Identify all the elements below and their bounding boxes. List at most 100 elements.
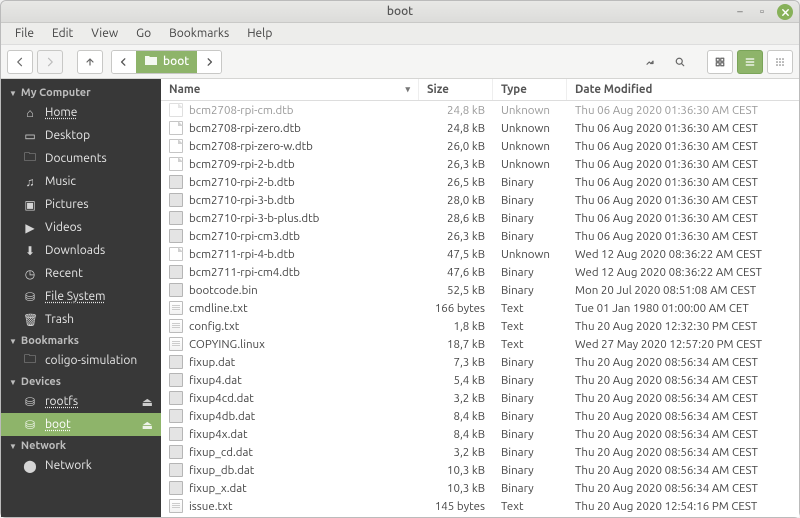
- section-devices[interactable]: ▼Devices: [1, 372, 161, 390]
- sidebar-item-label: Desktop: [45, 129, 90, 142]
- search-button[interactable]: [667, 50, 693, 74]
- table-row[interactable]: bcm2708-rpi-zero-w.dtb26,0 kBUnknownThu …: [161, 137, 799, 155]
- file-icon: [169, 463, 183, 477]
- file-icon: [169, 373, 183, 387]
- table-row[interactable]: fixup.dat7,3 kBBinaryThu 20 Aug 2020 08:…: [161, 353, 799, 371]
- file-type: Text: [493, 497, 567, 515]
- sidebar-item-file-system[interactable]: ⛁File System: [1, 285, 161, 308]
- sidebar-item-recent[interactable]: ◷Recent: [1, 262, 161, 285]
- sidebar-item-videos[interactable]: ▶Videos: [1, 216, 161, 239]
- menu-view[interactable]: View: [83, 25, 126, 42]
- file-name: bcm2710-rpi-cm3.dtb: [189, 230, 300, 243]
- file-icon: [169, 193, 183, 207]
- table-row[interactable]: fixup_db.dat10,3 kBBinaryThu 20 Aug 2020…: [161, 461, 799, 479]
- file-type: Binary: [493, 191, 567, 209]
- path-next[interactable]: [197, 51, 221, 73]
- file-size: 8,4 kB: [419, 407, 493, 425]
- table-row[interactable]: fixup4cd.dat3,2 kBBinaryThu 20 Aug 2020 …: [161, 389, 799, 407]
- recent-icon: ◷: [23, 267, 37, 281]
- sidebar-item-documents[interactable]: 🗀Documents: [1, 147, 161, 170]
- sidebar-item-pictures[interactable]: ▣Pictures: [1, 193, 161, 216]
- minimize-button[interactable]: –: [733, 5, 747, 19]
- menu-bookmarks[interactable]: Bookmarks: [161, 25, 237, 42]
- menubar: File Edit View Go Bookmarks Help: [1, 23, 799, 45]
- sidebar-item-network[interactable]: ⬤Network: [1, 454, 161, 477]
- table-row[interactable]: config.txt1,8 kBTextThu 20 Aug 2020 12:3…: [161, 317, 799, 335]
- section-my-computer[interactable]: ▼My Computer: [1, 83, 161, 101]
- section-network[interactable]: ▼Network: [1, 436, 161, 454]
- table-row[interactable]: kernel.img5,3 MBUnknownWed 12 Aug 2020 0…: [161, 515, 799, 517]
- file-size: 8,4 kB: [419, 425, 493, 443]
- sidebar-item-coligo-simulation[interactable]: 🗀coligo-simulation: [1, 349, 161, 372]
- file-name: bootcode.bin: [189, 284, 258, 297]
- table-row[interactable]: bcm2708-rpi-zero.dtb24,8 kBUnknownThu 06…: [161, 119, 799, 137]
- chevron-down-icon: ▼: [9, 378, 17, 387]
- up-button[interactable]: [77, 50, 103, 74]
- file-type: Binary: [493, 407, 567, 425]
- table-row[interactable]: bcm2710-rpi-3-b-plus.dtb28,6 kBBinaryThu…: [161, 209, 799, 227]
- back-button[interactable]: [7, 50, 33, 74]
- download-icon: ⬇: [23, 244, 37, 258]
- sidebar-item-desktop[interactable]: ▭Desktop: [1, 124, 161, 147]
- file-date: Thu 06 Aug 2020 01:36:30 AM CEST: [567, 101, 799, 119]
- file-date: Thu 20 Aug 2020 08:56:34 AM CEST: [567, 443, 799, 461]
- close-button[interactable]: [777, 4, 793, 20]
- column-size[interactable]: Size: [419, 79, 493, 100]
- table-row[interactable]: bcm2711-rpi-4-b.dtb47,5 kBUnknownWed 12 …: [161, 245, 799, 263]
- file-name: bcm2708-rpi-zero.dtb: [189, 122, 301, 135]
- menu-help[interactable]: Help: [239, 25, 280, 42]
- toggle-location-button[interactable]: [637, 50, 663, 74]
- table-row[interactable]: fixup_cd.dat3,2 kBBinaryThu 20 Aug 2020 …: [161, 443, 799, 461]
- path-current[interactable]: boot: [136, 51, 197, 73]
- file-size: 26,3 kB: [419, 155, 493, 173]
- file-date: Thu 20 Aug 2020 12:32:30 PM CEST: [567, 317, 799, 335]
- table-row[interactable]: bcm2710-rpi-2-b.dtb26,5 kBBinaryThu 06 A…: [161, 173, 799, 191]
- table-row[interactable]: fixup4db.dat8,4 kBBinaryThu 20 Aug 2020 …: [161, 407, 799, 425]
- file-size: 10,3 kB: [419, 461, 493, 479]
- maximize-button[interactable]: ▫: [755, 5, 769, 19]
- table-row[interactable]: bcm2709-rpi-2-b.dtb26,3 kBUnknownThu 06 …: [161, 155, 799, 173]
- menu-edit[interactable]: Edit: [44, 25, 81, 42]
- table-row[interactable]: issue.txt145 bytesTextThu 20 Aug 2020 12…: [161, 497, 799, 515]
- eject-icon[interactable]: ⏏: [142, 418, 153, 432]
- table-row[interactable]: bootcode.bin 52,5 kBBinaryMon 20 Jul 2020…: [161, 281, 799, 299]
- path-prev[interactable]: [112, 51, 136, 73]
- section-bookmarks[interactable]: ▼Bookmarks: [1, 331, 161, 349]
- file-date: Mon 20 Jul 2020 08:51:08 AM CEST: [567, 281, 799, 299]
- column-type[interactable]: Type: [493, 79, 567, 100]
- file-date: Thu 20 Aug 2020 08:56:34 AM CEST: [567, 371, 799, 389]
- menu-go[interactable]: Go: [128, 25, 159, 42]
- table-row[interactable]: bcm2708-rpi-cm.dtb24,8 kBUnknownThu 06 A…: [161, 101, 799, 119]
- view-compact-button[interactable]: [767, 50, 793, 74]
- table-row[interactable]: cmdline.txt166 bytesTextTue 01 Jan 1980 …: [161, 299, 799, 317]
- table-row[interactable]: COPYING.linux18,7 kBTextWed 27 May 2020 …: [161, 335, 799, 353]
- table-row[interactable]: bcm2710-rpi-cm3.dtb26,3 kBBinaryThu 06 A…: [161, 227, 799, 245]
- column-date[interactable]: Date Modified: [567, 79, 799, 100]
- view-list-button[interactable]: [737, 50, 763, 74]
- menu-file[interactable]: File: [7, 25, 42, 42]
- sidebar-item-trash[interactable]: 🗑Trash: [1, 308, 161, 331]
- file-icon: [169, 409, 183, 423]
- sidebar-item-downloads[interactable]: ⬇Downloads: [1, 239, 161, 262]
- file-size: 18,7 kB: [419, 335, 493, 353]
- sidebar-item-label: Home: [45, 106, 77, 119]
- file-icon: [169, 229, 183, 243]
- file-size: 52,5 kB: [419, 281, 493, 299]
- sidebar-item-home[interactable]: ⌂Home: [1, 101, 161, 124]
- forward-button[interactable]: [37, 50, 63, 74]
- sidebar-item-music[interactable]: ♫Music: [1, 170, 161, 193]
- table-row[interactable]: bcm2711-rpi-cm4.dtb47,6 kBBinaryWed 12 A…: [161, 263, 799, 281]
- table-row[interactable]: bcm2710-rpi-3-b.dtb28,0 kBBinaryThu 06 A…: [161, 191, 799, 209]
- sidebar-item-boot[interactable]: ⛁boot⏏: [1, 413, 161, 436]
- file-type: Binary: [493, 281, 567, 299]
- sidebar-item-label: Network: [45, 459, 92, 472]
- column-name[interactable]: Name▾: [161, 79, 419, 100]
- eject-icon[interactable]: ⏏: [142, 395, 153, 409]
- table-row[interactable]: fixup4x.dat8,4 kBBinaryThu 20 Aug 2020 0…: [161, 425, 799, 443]
- sidebar-item-rootfs[interactable]: ⛁rootfs⏏: [1, 390, 161, 413]
- file-list[interactable]: bcm2708-rpi-cm.dtb24,8 kBUnknownThu 06 A…: [161, 101, 799, 517]
- table-row[interactable]: fixup4.dat5,4 kBBinaryThu 20 Aug 2020 08…: [161, 371, 799, 389]
- view-icons-button[interactable]: [707, 50, 733, 74]
- table-row[interactable]: fixup_x.dat10,3 kBBinaryThu 20 Aug 2020 …: [161, 479, 799, 497]
- file-type: Binary: [493, 443, 567, 461]
